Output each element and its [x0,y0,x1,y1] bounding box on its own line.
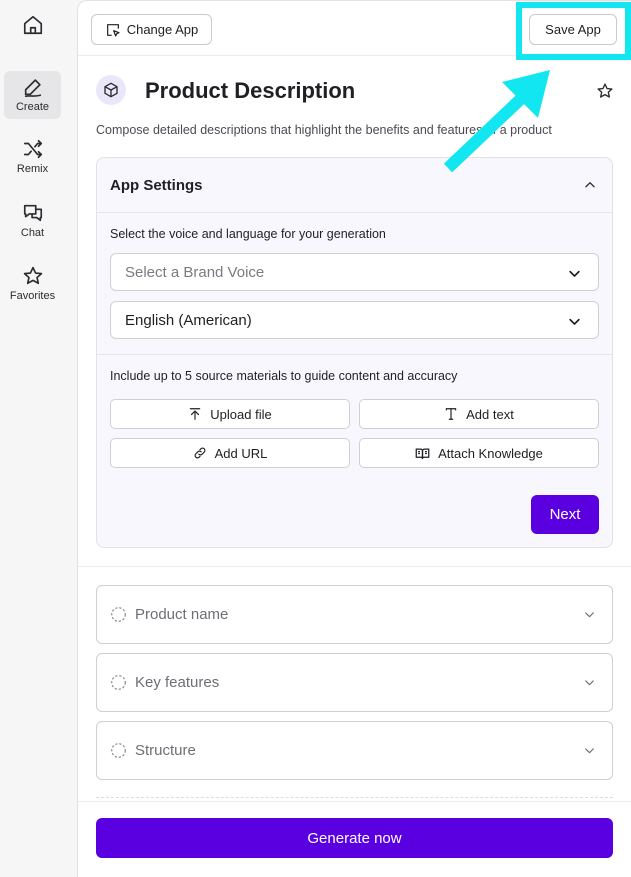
attach-knowledge-button[interactable]: Attach Knowledge [359,438,599,468]
field-label: Key features [135,674,220,691]
footer-divider [78,801,631,802]
app-icon [96,75,126,105]
section-divider [78,566,631,567]
star-icon [23,266,42,285]
generate-now-button[interactable]: Generate now [96,818,613,858]
rail-item-label: Create [15,101,50,113]
cube-icon [104,82,118,98]
language-value: English (American) [125,311,252,329]
settings-divider [97,354,612,355]
voice-prompt: Select the voice and language for your g… [110,227,386,241]
next-label: Next [549,506,581,523]
upload-file-label: Upload file [210,406,272,422]
add-url-label: Add URL [214,445,268,461]
shuffle-icon [23,139,42,159]
change-app-button[interactable]: Change App [91,14,212,45]
save-app-highlight [516,2,631,60]
annotation-arrow-icon [443,70,550,173]
nav-rail: Create Remix Chat Favorites [0,0,66,877]
favorite-star-icon[interactable] [596,82,614,100]
upload-icon [190,408,201,420]
rail-item-chat[interactable]: Chat [4,202,61,244]
field-label: Structure [135,742,196,759]
chevron-up-icon[interactable] [583,178,597,192]
page-title: Product Description [145,78,356,103]
field-structure[interactable]: Structure [96,721,613,780]
chat-icon [23,204,42,222]
link-icon [194,447,206,459]
rail-item-home[interactable] [4,14,61,44]
rail-item-create[interactable]: Create [4,71,61,119]
cursor-select-icon [106,23,120,37]
add-text-button[interactable]: Add text [359,399,599,429]
app-settings-title: App Settings [110,177,203,194]
chevron-down-icon [585,612,594,618]
app-settings-card: App Settings Select the voice and langua… [96,157,613,548]
home-icon [23,15,42,35]
language-select[interactable]: English (American) [110,301,599,339]
chevron-down-icon [569,318,580,325]
brand-voice-placeholder: Select a Brand Voice [125,263,265,281]
add-url-button[interactable]: Add URL [110,438,350,468]
field-product-name[interactable]: Product name [96,585,613,644]
field-key-features[interactable]: Key features [96,653,613,712]
field-label: Product name [135,606,229,623]
dashed-circle-icon [111,743,126,758]
rail-item-favorites[interactable]: Favorites [4,265,61,307]
dashed-circle-icon [111,675,126,690]
sources-prompt: Include up to 5 source materials to guid… [110,369,458,383]
add-text-label: Add text [466,406,514,422]
chevron-down-icon [585,680,594,686]
chevron-down-icon [585,748,594,754]
generate-label: Generate now [307,829,402,847]
change-app-label: Change App [126,22,199,37]
attach-knowledge-label: Attach Knowledge [438,445,543,461]
chevron-down-icon [569,270,580,277]
pen-icon [24,79,41,97]
brand-voice-select[interactable]: Select a Brand Voice [110,253,599,291]
text-icon [445,408,457,420]
scroll-fade-divider [96,797,613,798]
dashed-circle-icon [111,607,126,622]
rail-item-label: Favorites [9,290,56,302]
book-icon [415,448,430,459]
upload-file-button[interactable]: Upload file [110,399,350,429]
rail-item-remix[interactable]: Remix [4,138,61,180]
rail-item-label: Remix [16,163,49,175]
rail-item-label: Chat [20,227,45,239]
next-button[interactable]: Next [531,495,599,534]
